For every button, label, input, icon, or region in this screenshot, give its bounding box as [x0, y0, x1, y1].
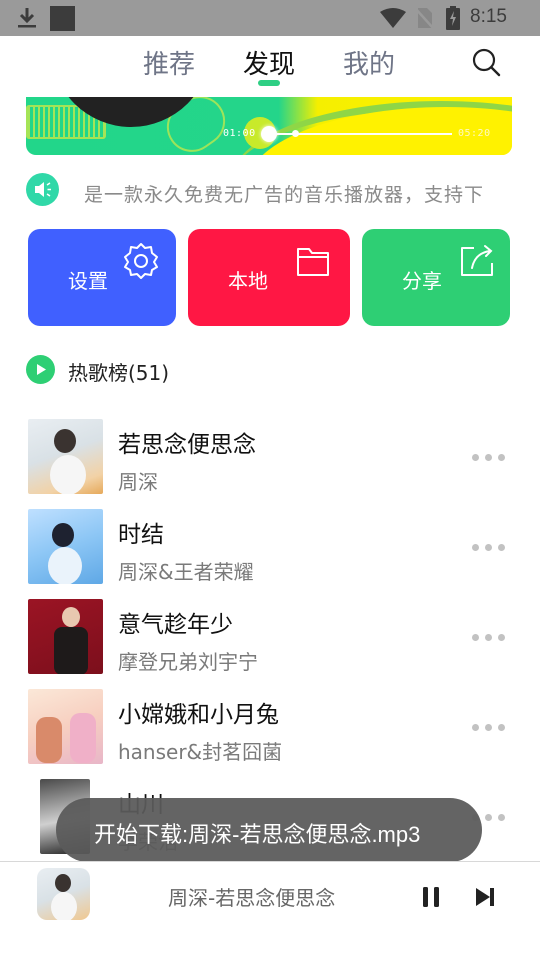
song-list-item[interactable]: 若思念便思念 周深 — [28, 419, 510, 495]
tab-discover[interactable]: 发现 — [243, 44, 295, 81]
status-bar: 8:15 — [0, 0, 540, 36]
download-icon — [18, 8, 36, 28]
folder-icon — [297, 248, 329, 276]
top-nav: 推荐 发现 我的 — [0, 36, 540, 96]
mini-player[interactable]: 周深-若思念便思念 — [0, 861, 540, 960]
song-list-item[interactable]: 意气趁年少 摩登兄弟刘宇宁 — [28, 599, 510, 675]
song-list-item[interactable]: 时结 周深&王者荣耀 — [28, 509, 510, 585]
song-list-item[interactable]: 小嫦娥和小月兔 hanser&封茗囧菌 — [28, 689, 510, 765]
song-title: 小嫦娥和小月兔 — [118, 702, 279, 728]
more-options-icon[interactable] — [472, 723, 508, 733]
album-cover — [28, 599, 103, 674]
pause-icon[interactable] — [418, 884, 444, 910]
local-music-button[interactable]: 本地 — [188, 229, 350, 326]
share-label: 分享 — [402, 269, 442, 293]
no-sim-icon — [414, 7, 434, 29]
download-toast: 开始下载:周深-若思念便思念.mp3 — [56, 798, 482, 862]
album-cover — [28, 509, 103, 584]
song-title: 时结 — [118, 522, 164, 548]
tab-recommend[interactable]: 推荐 — [143, 44, 195, 81]
speaker-icon — [26, 173, 59, 206]
now-playing-cover[interactable] — [37, 868, 90, 920]
banner-carousel[interactable]: 01:00 05:20 — [26, 97, 512, 155]
now-playing-title[interactable]: 周深-若思念便思念 — [168, 882, 335, 911]
more-options-icon[interactable] — [472, 453, 508, 463]
tab-mine[interactable]: 我的 — [343, 44, 395, 81]
share-button[interactable]: 分享 — [362, 229, 510, 326]
settings-label: 设置 — [68, 269, 108, 293]
play-circle-icon — [26, 355, 55, 384]
song-title: 意气趁年少 — [118, 612, 233, 638]
battery-charging-icon — [446, 6, 460, 30]
banner-progress-track — [262, 133, 452, 135]
banner-time-total: 05:20 — [458, 128, 491, 139]
album-cover — [28, 419, 103, 494]
notification-square-icon — [50, 6, 75, 31]
more-options-icon[interactable] — [472, 543, 508, 553]
song-artist: hanser&封茗囧菌 — [118, 740, 283, 764]
banner-time-current: 01:00 — [223, 128, 256, 139]
gear-icon — [124, 243, 158, 279]
settings-button[interactable]: 设置 — [28, 229, 176, 326]
more-options-icon[interactable] — [472, 633, 508, 643]
wifi-icon — [380, 8, 406, 28]
banner-progress-dot — [292, 130, 299, 137]
local-music-label: 本地 — [228, 269, 268, 293]
notice-text: 是一款永久免费无广告的音乐播放器，支持下 — [84, 184, 485, 204]
section-title: 热歌榜(51) — [68, 361, 170, 385]
search-icon[interactable] — [470, 46, 502, 78]
album-cover — [28, 689, 103, 764]
song-artist: 周深 — [118, 470, 158, 494]
toast-message: 开始下载:周深-若思念便思念.mp3 — [94, 822, 421, 847]
song-title: 若思念便思念 — [118, 432, 256, 458]
song-artist: 摩登兄弟刘宇宁 — [118, 650, 258, 674]
notice-marquee: 是一款永久免费无广告的音乐播放器，支持下 — [26, 172, 506, 208]
active-tab-indicator — [258, 80, 280, 86]
banner-progress-thumb — [261, 126, 277, 142]
app-screen: 8:15 推荐 发现 我的 01:00 05:20 是一款永久免费无广告的音乐播… — [0, 0, 540, 960]
next-track-icon[interactable] — [472, 884, 498, 910]
song-artist: 周深&王者荣耀 — [118, 560, 254, 584]
share-icon — [461, 245, 493, 276]
clock: 8:15 — [470, 6, 507, 27]
